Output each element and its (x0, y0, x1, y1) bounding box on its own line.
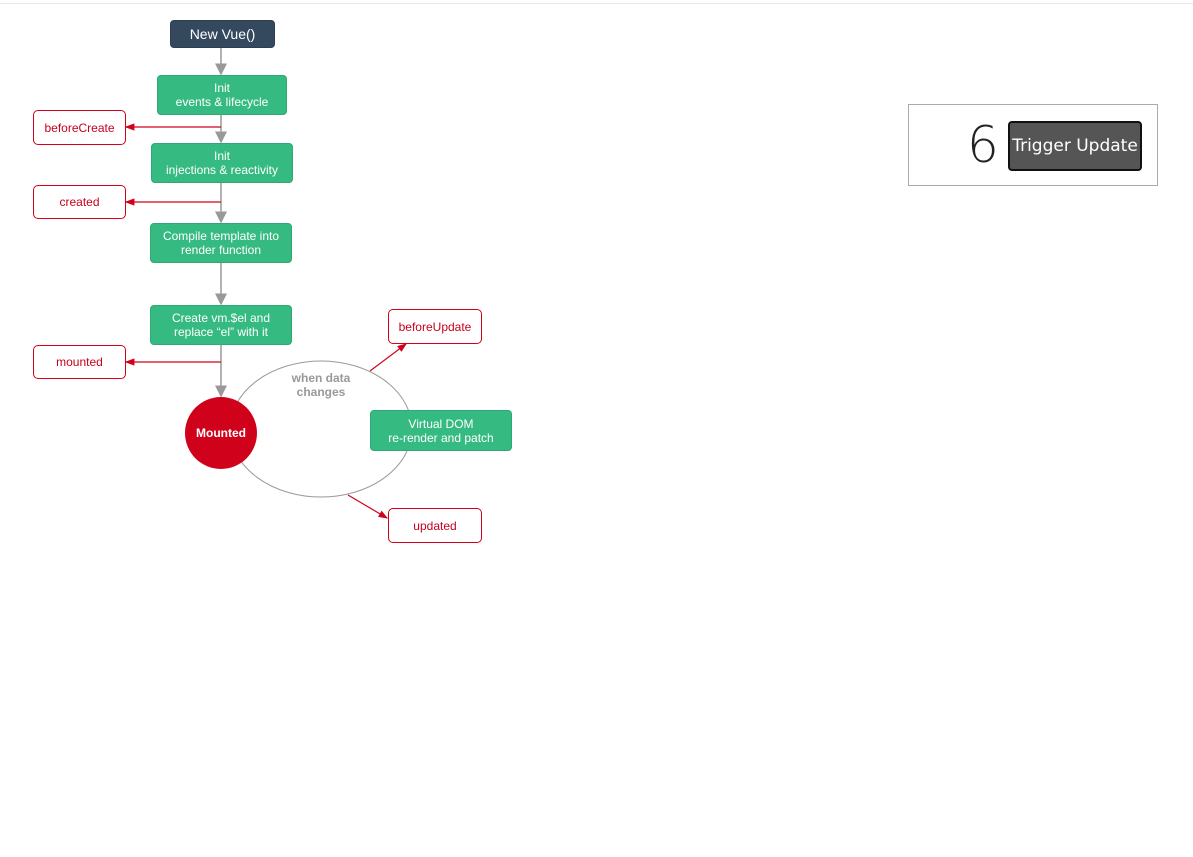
step-label: re-render and patch (388, 430, 494, 445)
new-vue-node: New Vue() (170, 20, 275, 48)
hook-before-update: beforeUpdate (388, 309, 482, 344)
arrow-red (347, 494, 389, 519)
hook-mounted: mounted (33, 345, 126, 379)
create-el-node: Create vm.$el and replace “el” with it (150, 305, 292, 345)
trigger-update-button[interactable]: Trigger Update (1008, 121, 1142, 171)
step-label: Create vm.$el and (171, 311, 271, 325)
step-label: replace “el” with it (173, 325, 269, 339)
arrow-red (369, 343, 407, 372)
hook-label: updated (413, 518, 457, 533)
compile-template-node: Compile template into render function (150, 223, 292, 263)
counter-panel: 6 Trigger Update (908, 104, 1158, 186)
hook-label: mounted (56, 355, 103, 369)
hook-before-create: beforeCreate (33, 110, 126, 145)
loop-label-line: when data (291, 371, 351, 385)
loop-label: when data changes (276, 371, 366, 399)
virtual-dom-node: Virtual DOM re-render and patch (370, 410, 512, 451)
hook-label: beforeCreate (44, 120, 115, 135)
step-label: events & lifecycle (175, 95, 269, 109)
hook-label: beforeUpdate (398, 319, 472, 334)
init-injections-node: Init injections & reactivity (151, 143, 293, 183)
step-label: render function (180, 243, 262, 257)
mounted-state-circle: Mounted (185, 397, 257, 469)
step-label: Compile template into (162, 229, 280, 243)
hook-label: created (59, 195, 100, 209)
init-events-node: Init events & lifecycle (157, 75, 287, 115)
mounted-state-label: Mounted (196, 426, 246, 440)
step-label: Init (213, 81, 230, 95)
new-vue-label: New Vue() (189, 26, 256, 42)
hook-updated: updated (388, 508, 482, 543)
step-label: Init (213, 149, 230, 163)
counter-value: 6 (967, 116, 999, 174)
step-label: injections & reactivity (165, 163, 279, 177)
loop-label-line: changes (296, 385, 346, 399)
hook-created: created (33, 185, 126, 219)
step-label: Virtual DOM (408, 416, 474, 431)
